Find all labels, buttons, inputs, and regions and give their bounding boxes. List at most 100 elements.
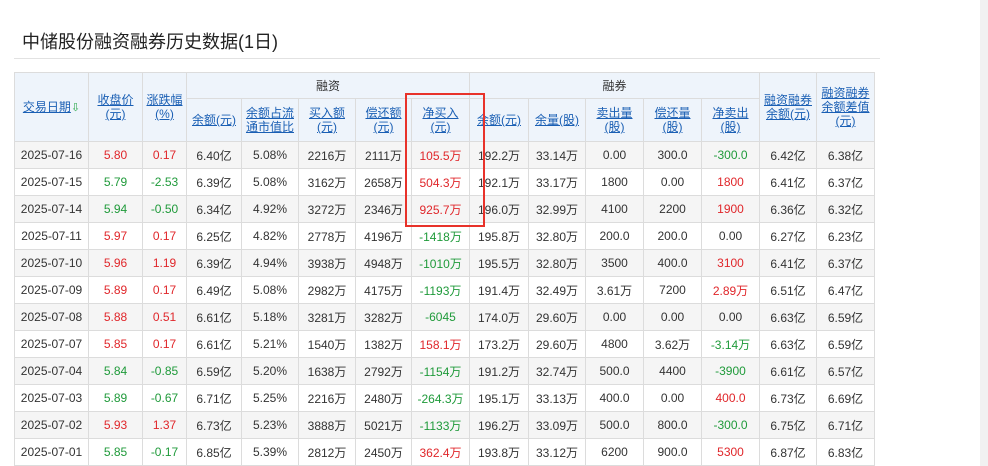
cell-total: 6.41亿	[759, 249, 817, 277]
cell-net: -1154万	[411, 357, 470, 385]
cell-repay: 5021万	[355, 411, 412, 439]
cell-sell: 0.00	[585, 303, 644, 331]
header-sell-volume[interactable]: 卖出量 (股)	[585, 98, 644, 142]
cell-buy: 2778万	[298, 222, 356, 250]
cell-change: -0.17	[142, 438, 187, 466]
cell-repay: 2346万	[355, 195, 412, 223]
table-row: 2025-07-01 5.85 -0.17 6.85亿 5.39% 2812万 2450万 3…	[14, 438, 875, 466]
cell-svol: 32.49万	[528, 276, 586, 304]
cell-ratio: 5.08%	[241, 276, 299, 304]
cell-srep: 400.0	[643, 249, 702, 277]
header-close-price[interactable]: 收盘价 (元)	[88, 72, 143, 142]
header-repay-amount[interactable]: 偿还额 (元)	[355, 98, 412, 142]
header-short-repay[interactable]: 偿还量 (股)	[643, 98, 702, 142]
cell-diff: 6.23亿	[816, 222, 875, 250]
cell-net: -1133万	[411, 411, 470, 439]
header-margin-ratio[interactable]: 余额占流 通市值比	[241, 98, 299, 142]
cell-sbal: 196.2万	[469, 411, 529, 439]
cell-date: 2025-07-01	[14, 438, 89, 466]
cell-mbal: 6.49亿	[186, 276, 242, 304]
cell-change: -2.53	[142, 168, 187, 196]
cell-svol: 32.99万	[528, 195, 586, 223]
cell-srep: 900.0	[643, 438, 702, 466]
cell-sell: 6200	[585, 438, 644, 466]
cell-total: 6.36亿	[759, 195, 817, 223]
table-row: 2025-07-03 5.89 -0.67 6.71亿 5.25% 2216万 2480万 -…	[14, 384, 875, 412]
header-margin-balance[interactable]: 余额(元)	[186, 98, 242, 142]
cell-total: 6.63亿	[759, 303, 817, 331]
cell-date: 2025-07-02	[14, 411, 89, 439]
cell-close: 5.89	[88, 384, 143, 412]
cell-close: 5.89	[88, 276, 143, 304]
cell-sbal: 192.2万	[469, 141, 529, 169]
cell-ratio: 5.21%	[241, 330, 299, 358]
cell-repay: 2111万	[355, 141, 412, 169]
cell-total: 6.75亿	[759, 411, 817, 439]
cell-diff: 6.59亿	[816, 303, 875, 331]
cell-nsell: 0.00	[701, 303, 760, 331]
cell-buy: 2812万	[298, 438, 356, 466]
cell-svol: 33.09万	[528, 411, 586, 439]
cell-diff: 6.71亿	[816, 411, 875, 439]
cell-repay: 4175万	[355, 276, 412, 304]
table-row: 2025-07-11 5.97 0.17 6.25亿 4.82% 2778万 4196万 -1…	[14, 222, 875, 250]
cell-sbal: 193.8万	[469, 438, 529, 466]
cell-srep: 4400	[643, 357, 702, 385]
cell-net: -6045	[411, 303, 470, 331]
header-total-balance[interactable]: 融资融券 余额(元)	[759, 72, 817, 142]
cell-svol: 33.12万	[528, 438, 586, 466]
cell-total: 6.51亿	[759, 276, 817, 304]
cell-close: 5.80	[88, 141, 143, 169]
cell-nsell: 0.00	[701, 222, 760, 250]
cell-mbal: 6.61亿	[186, 330, 242, 358]
cell-sbal: 195.5万	[469, 249, 529, 277]
header-balance-diff[interactable]: 融资融券 余额差值 (元)	[816, 72, 875, 142]
cell-change: -0.67	[142, 384, 187, 412]
cell-srep: 800.0	[643, 411, 702, 439]
cell-change: 0.17	[142, 330, 187, 358]
header-net-buy[interactable]: 净买入 (元)	[411, 98, 470, 142]
cell-buy: 3938万	[298, 249, 356, 277]
cell-net: -1418万	[411, 222, 470, 250]
table-row: 2025-07-14 5.94 -0.50 6.34亿 4.92% 3272万 2346万 9…	[14, 195, 875, 223]
header-net-sell[interactable]: 净卖出 (股)	[701, 98, 760, 142]
cell-sell: 400.0	[585, 384, 644, 412]
table-row: 2025-07-15 5.79 -2.53 6.39亿 5.08% 3162万 2658万 5…	[14, 168, 875, 196]
cell-change: 0.17	[142, 222, 187, 250]
cell-date: 2025-07-09	[14, 276, 89, 304]
cell-svol: 32.74万	[528, 357, 586, 385]
cell-buy: 3888万	[298, 411, 356, 439]
cell-total: 6.61亿	[759, 357, 817, 385]
cell-nsell: 400.0	[701, 384, 760, 412]
header-short-volume[interactable]: 余量(股)	[528, 98, 586, 142]
cell-nsell: 3100	[701, 249, 760, 277]
cell-diff: 6.37亿	[816, 168, 875, 196]
page-title: 中储股份融资融券历史数据(1日)	[22, 32, 278, 52]
margin-trading-table: 交易日期⇩ 收盘价 (元) 涨跌幅 (%) 融资 融券 融资融券 余额(元) 融资融券…	[14, 72, 875, 466]
cell-sbal: 195.1万	[469, 384, 529, 412]
cell-sbal: 174.0万	[469, 303, 529, 331]
cell-diff: 6.32亿	[816, 195, 875, 223]
cell-close: 5.93	[88, 411, 143, 439]
cell-total: 6.41亿	[759, 168, 817, 196]
cell-diff: 6.83亿	[816, 438, 875, 466]
cell-date: 2025-07-07	[14, 330, 89, 358]
header-trade-date[interactable]: 交易日期⇩	[14, 72, 89, 142]
cell-ratio: 4.92%	[241, 195, 299, 223]
scrollbar[interactable]	[980, 0, 988, 466]
cell-repay: 4948万	[355, 249, 412, 277]
header-short-balance[interactable]: 余额(元)	[469, 98, 529, 142]
header-buy-amount[interactable]: 买入额 (元)	[298, 98, 356, 142]
cell-svol: 29.60万	[528, 303, 586, 331]
cell-change: 0.17	[142, 141, 187, 169]
cell-srep: 0.00	[643, 303, 702, 331]
cell-buy: 2216万	[298, 141, 356, 169]
cell-close: 5.85	[88, 438, 143, 466]
cell-svol: 32.80万	[528, 222, 586, 250]
cell-diff: 6.59亿	[816, 330, 875, 358]
cell-net: 504.3万	[411, 168, 470, 196]
header-change-pct[interactable]: 涨跌幅 (%)	[142, 72, 187, 142]
cell-close: 5.79	[88, 168, 143, 196]
cell-net: -1193万	[411, 276, 470, 304]
cell-sbal: 191.4万	[469, 276, 529, 304]
